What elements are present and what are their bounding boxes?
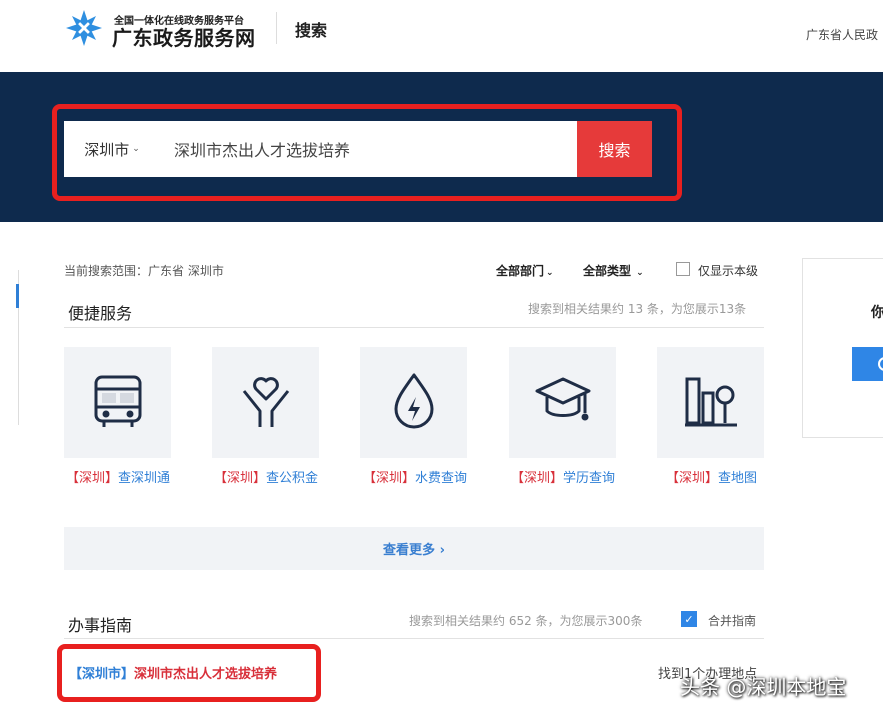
service-tag: 【深圳】 xyxy=(363,471,416,486)
sidebar-active-marker xyxy=(16,284,19,308)
local-only-label[interactable]: 仅显示本级 xyxy=(698,262,758,279)
logo-icon[interactable] xyxy=(64,8,104,48)
service-tag: 【深圳】 xyxy=(511,471,564,486)
graduation-cap-icon xyxy=(535,377,591,421)
service-link-water-bill[interactable]: 【深圳】水费查询 xyxy=(363,467,467,486)
department-filter-label: 全部部门 xyxy=(496,264,545,278)
service-tile-housing-fund[interactable] xyxy=(212,347,319,458)
guide-result-count: 搜索到相关结果约 652 条，为您展示300条 xyxy=(409,614,643,628)
annotation-highlight-search xyxy=(52,104,682,201)
page-title: 搜索 xyxy=(295,21,328,40)
logo-title[interactable]: 广东政务服务网 xyxy=(112,22,256,51)
service-link-housing-fund[interactable]: 【深圳】查公积金 xyxy=(214,467,318,486)
bus-icon xyxy=(94,375,142,427)
chevron-down-icon: ⌄ xyxy=(633,268,644,278)
type-filter[interactable]: 全部类型 ⌄ xyxy=(583,262,644,279)
side-card-text: 你 xyxy=(871,305,883,321)
site-header: 全国一体化在线政务服务平台 广东政务服务网 搜索 广东省人民政 xyxy=(0,0,883,72)
service-link-map[interactable]: 【深圳】查地图 xyxy=(666,467,757,486)
service-tag: 【深圳】 xyxy=(666,471,719,486)
header-right-link[interactable]: 广东省人民政 xyxy=(806,26,878,43)
service-tile-water-bill[interactable] xyxy=(360,347,467,458)
type-filter-label: 全部类型 xyxy=(583,264,632,278)
header-divider xyxy=(276,12,277,44)
service-name: 查深圳通 xyxy=(118,471,171,486)
department-filter[interactable]: 全部部门 ⌄ xyxy=(496,262,554,279)
guide-section-title: 办事指南 xyxy=(68,616,133,635)
section-divider xyxy=(64,327,764,328)
circle-icon xyxy=(878,357,883,371)
service-name: 水费查询 xyxy=(415,471,468,486)
annotation-highlight-result xyxy=(57,644,321,702)
merge-guide-label[interactable]: 合并指南 xyxy=(708,612,756,629)
side-card: 你 xyxy=(802,258,883,438)
quick-services-title: 便捷服务 xyxy=(68,304,133,323)
search-scope: 当前搜索范围：广东省 深圳市 xyxy=(64,264,224,278)
service-name: 学历查询 xyxy=(563,471,616,486)
chevron-down-icon: ⌄ xyxy=(546,268,554,278)
city-map-icon xyxy=(685,377,737,427)
service-tile-map[interactable] xyxy=(657,347,764,458)
water-drop-icon xyxy=(394,373,434,429)
service-link-shenzhentong[interactable]: 【深圳】查深圳通 xyxy=(66,467,170,486)
merge-guide-checkbox[interactable]: ✓ xyxy=(681,611,697,627)
service-name: 查地图 xyxy=(718,471,758,486)
local-only-checkbox[interactable] xyxy=(676,262,690,276)
view-more-button[interactable]: 查看更多 › xyxy=(64,527,764,570)
service-tag: 【深圳】 xyxy=(66,471,119,486)
quick-services-count: 搜索到相关结果约 13 条，为您展示13条 xyxy=(528,302,747,316)
service-tile-shenzhentong[interactable] xyxy=(64,347,171,458)
check-icon: ✓ xyxy=(684,612,694,626)
heart-hands-icon xyxy=(242,377,290,427)
service-name: 查公积金 xyxy=(266,471,319,486)
watermark: 头条 @深圳本地宝 xyxy=(680,675,847,699)
service-tile-education[interactable] xyxy=(509,347,616,458)
section-divider xyxy=(64,638,764,639)
side-card-button[interactable] xyxy=(852,347,883,381)
service-tag: 【深圳】 xyxy=(214,471,267,486)
service-link-education[interactable]: 【深圳】学历查询 xyxy=(511,467,615,486)
